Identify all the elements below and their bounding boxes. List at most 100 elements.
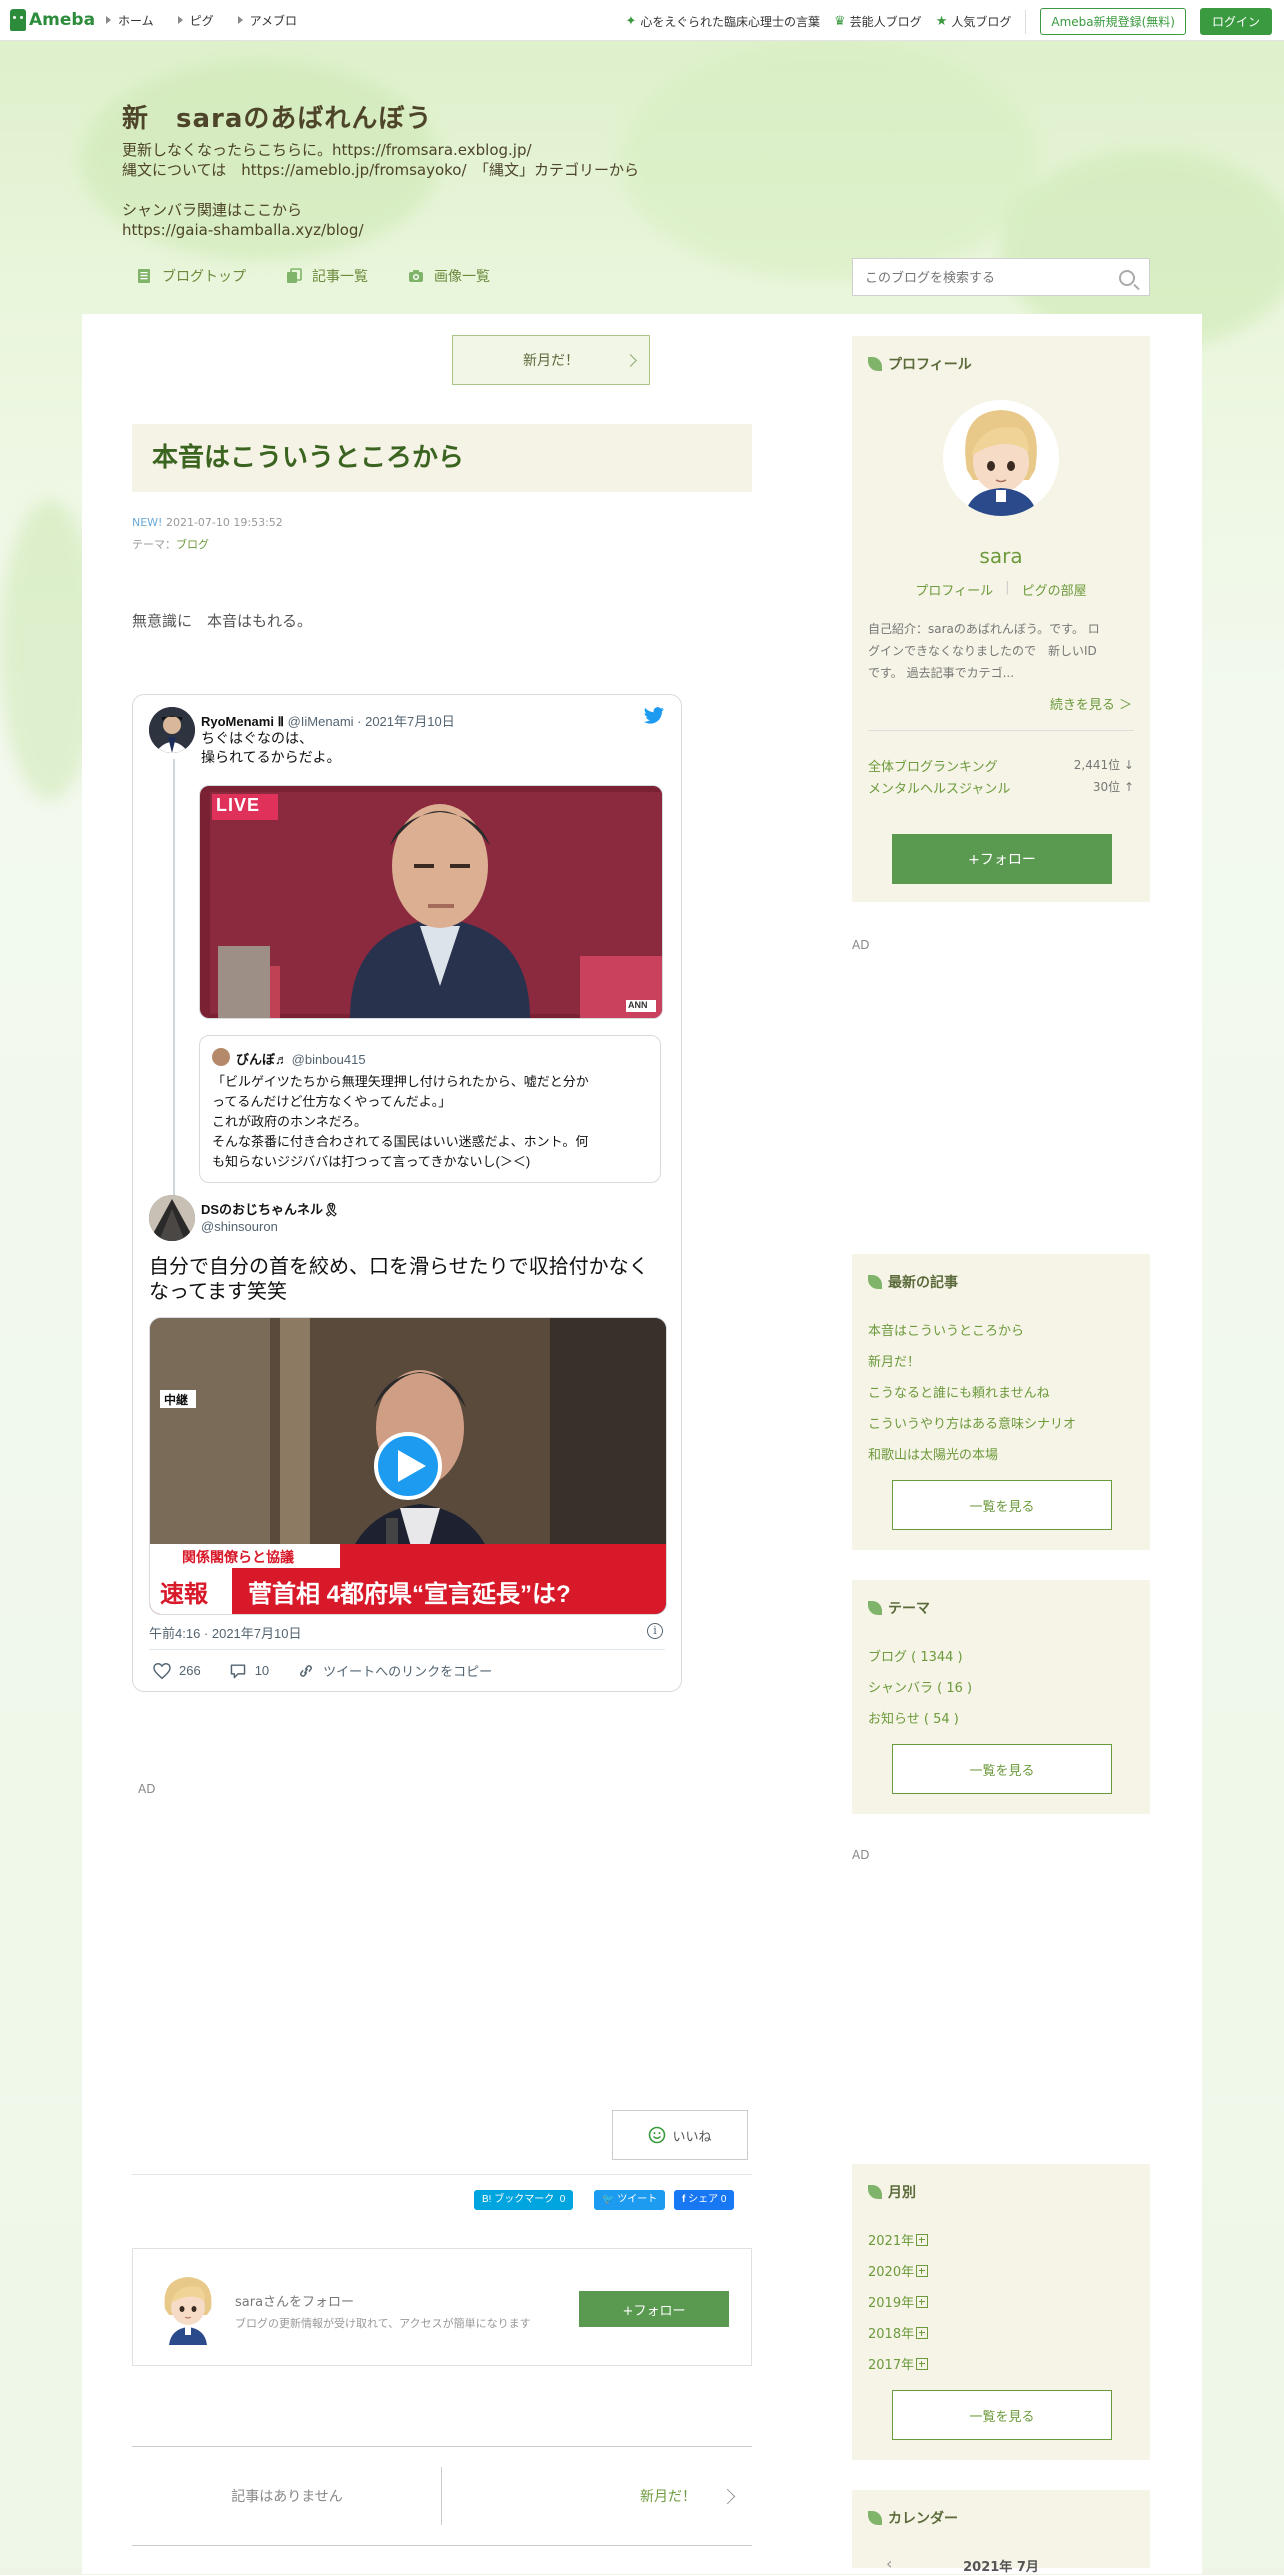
- tweet-share-button[interactable]: 🐦 ツイート: [594, 2190, 666, 2210]
- featured-article-link[interactable]: ✦ 心をえぐられた臨床心理士の言葉: [625, 13, 820, 30]
- profile-name[interactable]: sara: [852, 544, 1150, 568]
- profile-avatar[interactable]: [943, 400, 1059, 516]
- profile-more-link[interactable]: 続きを見る ＞: [1050, 694, 1132, 713]
- tweet-share-label: ツイート: [617, 2194, 658, 2205]
- rank-overall-label[interactable]: 全体ブログランキング: [868, 756, 998, 775]
- theme-news-link[interactable]: お知らせ ( 54 ): [868, 1708, 959, 1727]
- blog-title[interactable]: 新 saraのあばれんぼう: [122, 98, 432, 135]
- themes-more-button[interactable]: 一覧を見る: [892, 1744, 1112, 1794]
- featured-article-label: 心をえぐられた臨床心理士の言葉: [640, 15, 821, 29]
- expand-icon[interactable]: [916, 2327, 929, 2339]
- profile-link[interactable]: プロフィール: [915, 580, 993, 599]
- recent-entry-5[interactable]: 和歌山は太陽光の本場: [868, 1444, 998, 1463]
- blog-search-input[interactable]: [853, 259, 1107, 297]
- top-nav-pigg[interactable]: ピグ: [177, 12, 214, 29]
- quoted-tweet[interactable]: びんぼ♬ @binbou415 「ビルゲイツたちから無理矢理押し付けられたから、…: [199, 1035, 661, 1183]
- recent-entry-1[interactable]: 本音はこういうところから: [868, 1320, 1024, 1339]
- search-icon[interactable]: [1119, 270, 1135, 286]
- top-nav-home[interactable]: ホーム: [106, 12, 154, 29]
- like-button[interactable]: いいね: [612, 2110, 748, 2160]
- archive-2017[interactable]: 2017年: [868, 2354, 929, 2373]
- reply-action[interactable]: 10: [229, 1663, 269, 1679]
- article-date: 2021-07-10 19:53:52: [165, 516, 283, 529]
- tweet-timestamp[interactable]: 午前4:16 · 2021年7月10日: [149, 1623, 301, 1642]
- tweet-video[interactable]: 中継 関係閣僚らと協議 速報 菅首相 4都府県“宣言延長”は?: [149, 1317, 667, 1615]
- twitter-bird-icon[interactable]: [643, 707, 665, 725]
- leaf-icon: [868, 1601, 882, 1615]
- celebrity-blog-link[interactable]: ♛ 芸能人ブログ: [834, 13, 922, 30]
- next-entry-button[interactable]: 新月だ！: [452, 335, 650, 385]
- ryomenami-avatar[interactable]: [149, 707, 195, 753]
- info-icon[interactable]: i: [647, 1623, 663, 1639]
- pigg-room-link[interactable]: ピグの部屋: [1022, 580, 1087, 599]
- popular-blog-link[interactable]: ★ 人気ブログ: [936, 13, 1012, 30]
- expand-icon[interactable]: [916, 2296, 929, 2308]
- archive-2019[interactable]: 2019年: [868, 2292, 929, 2311]
- theme-link[interactable]: ブログ: [176, 538, 209, 551]
- like-label: いいね: [672, 2129, 712, 2145]
- themes-heading: テーマ: [868, 1598, 930, 1618]
- rank-genre-label[interactable]: メンタルヘルスジャンル: [868, 778, 1010, 797]
- themes-heading-label: テーマ: [888, 1601, 930, 1617]
- theme-blog-link[interactable]: ブログ ( 1344 ): [868, 1646, 963, 1665]
- top-right-links: ✦ 心をえぐられた臨床心理士の言葉 ♛ 芸能人ブログ ★ 人気ブログ Ameba新規登…: [625, 8, 1272, 35]
- blog-nav-top[interactable]: ブログトップ: [136, 266, 246, 286]
- monthly-more-button[interactable]: 一覧を見る: [892, 2390, 1112, 2440]
- copy-link-action[interactable]: ツイートへのリンクをコピー: [297, 1661, 492, 1680]
- tweet-photo[interactable]: LIVE ANN: [199, 785, 663, 1019]
- tweet-video-image: [150, 1318, 666, 1614]
- follow-button-footer[interactable]: +フォロー: [579, 2291, 729, 2327]
- profile-heading-label: プロフィール: [888, 357, 972, 373]
- profile-divider: [868, 730, 1134, 731]
- tweet-author-name: RyoMenami Ⅱ: [201, 714, 284, 729]
- embedded-tweet[interactable]: RyoMenami Ⅱ @IiMenami · 2021年7月10日 ちぐはぐな…: [132, 694, 682, 1692]
- article-meta: NEW! 2021-07-10 19:53:52 テーマ：ブログ: [132, 512, 283, 556]
- login-button[interactable]: ログイン: [1199, 8, 1272, 35]
- theme-shamballa-link[interactable]: シャンバラ ( 16 ): [868, 1677, 972, 1696]
- ameba-logo[interactable]: Ameba: [10, 8, 95, 32]
- next-entry-link[interactable]: 新月だ！: [442, 2447, 752, 2545]
- popular-blog-label: 人気ブログ: [951, 15, 1012, 29]
- article-title[interactable]: 本音はこういうところから: [132, 424, 752, 492]
- blog-nav-entries[interactable]: 記事一覧: [286, 266, 368, 286]
- recent-entry-4[interactable]: こういうやり方はある意味シナリオ: [868, 1413, 1076, 1432]
- archive-2021[interactable]: 2021年: [868, 2230, 929, 2249]
- like-action[interactable]: 266: [153, 1662, 201, 1679]
- facebook-share-button[interactable]: f シェア 0: [674, 2190, 735, 2210]
- blog-search: [852, 258, 1150, 297]
- reply-count: 10: [254, 1663, 270, 1678]
- quoted-tweet-text: 「ビルゲイツたちから無理矢理押し付けられたから、嘘だと分か ってるんだけど仕方な…: [212, 1074, 589, 1169]
- recent-entry-2[interactable]: 新月だ！: [868, 1351, 920, 1370]
- prev-entry: 記事はありません: [231, 2489, 343, 2505]
- fb-share-count: 0: [720, 2194, 727, 2205]
- hatena-bookmark-button[interactable]: B! ブックマーク 0: [474, 2190, 574, 2210]
- expand-icon[interactable]: [916, 2358, 929, 2370]
- quoted-author: びんぼ♬ @binbou415: [236, 1049, 366, 1068]
- archive-2020[interactable]: 2020年: [868, 2261, 929, 2280]
- archive-2020-label: 2020年: [868, 2265, 915, 2280]
- top-nav-ameblo[interactable]: アメブロ: [237, 12, 297, 29]
- blog-nav-images[interactable]: 画像一覧: [408, 266, 490, 286]
- star-icon: ★: [935, 14, 948, 29]
- blog-description: 更新しなくなったらこちらに。https://fromsara.exblog.jp…: [122, 141, 640, 239]
- tweet-author[interactable]: RyoMenami Ⅱ @IiMenami · 2021年7月10日: [201, 711, 455, 730]
- leaf-icon: [868, 1275, 882, 1289]
- expand-icon[interactable]: [916, 2234, 929, 2246]
- archive-2017-label: 2017年: [868, 2358, 915, 2373]
- reply-text: 自分で自分の首を絞め、口を滑らせたりで収拾付かなく なってます笑笑: [149, 1256, 649, 1303]
- reply-author-name[interactable]: DSのおじちゃんネル🎗: [201, 1199, 340, 1218]
- copy-link-label: ツイートへのリンクをコピー: [323, 1664, 493, 1679]
- register-button[interactable]: Ameba新規登録(無料): [1040, 8, 1186, 35]
- ameba-topbar: Ameba ホーム ピグ アメブロ ✦ 心をえぐられた臨床心理士の言葉 ♛ 芸能人ブ…: [0, 0, 1284, 41]
- archive-2018[interactable]: 2018年: [868, 2323, 929, 2342]
- recent-more-button[interactable]: 一覧を見る: [892, 1480, 1112, 1530]
- link-icon: [300, 1664, 313, 1677]
- sara-small-avatar: [164, 2277, 212, 2345]
- follow-button-sidebar[interactable]: +フォロー: [892, 834, 1112, 884]
- recent-entry-3[interactable]: こうなると誰にも頼れませんね: [868, 1382, 1050, 1401]
- shinsouron-avatar[interactable]: [149, 1195, 195, 1241]
- quoted-author-name: びんぼ♬: [236, 1052, 289, 1067]
- leaf-icon: [868, 357, 882, 371]
- expand-icon[interactable]: [916, 2265, 929, 2277]
- monthly-heading-label: 月別: [888, 2185, 916, 2201]
